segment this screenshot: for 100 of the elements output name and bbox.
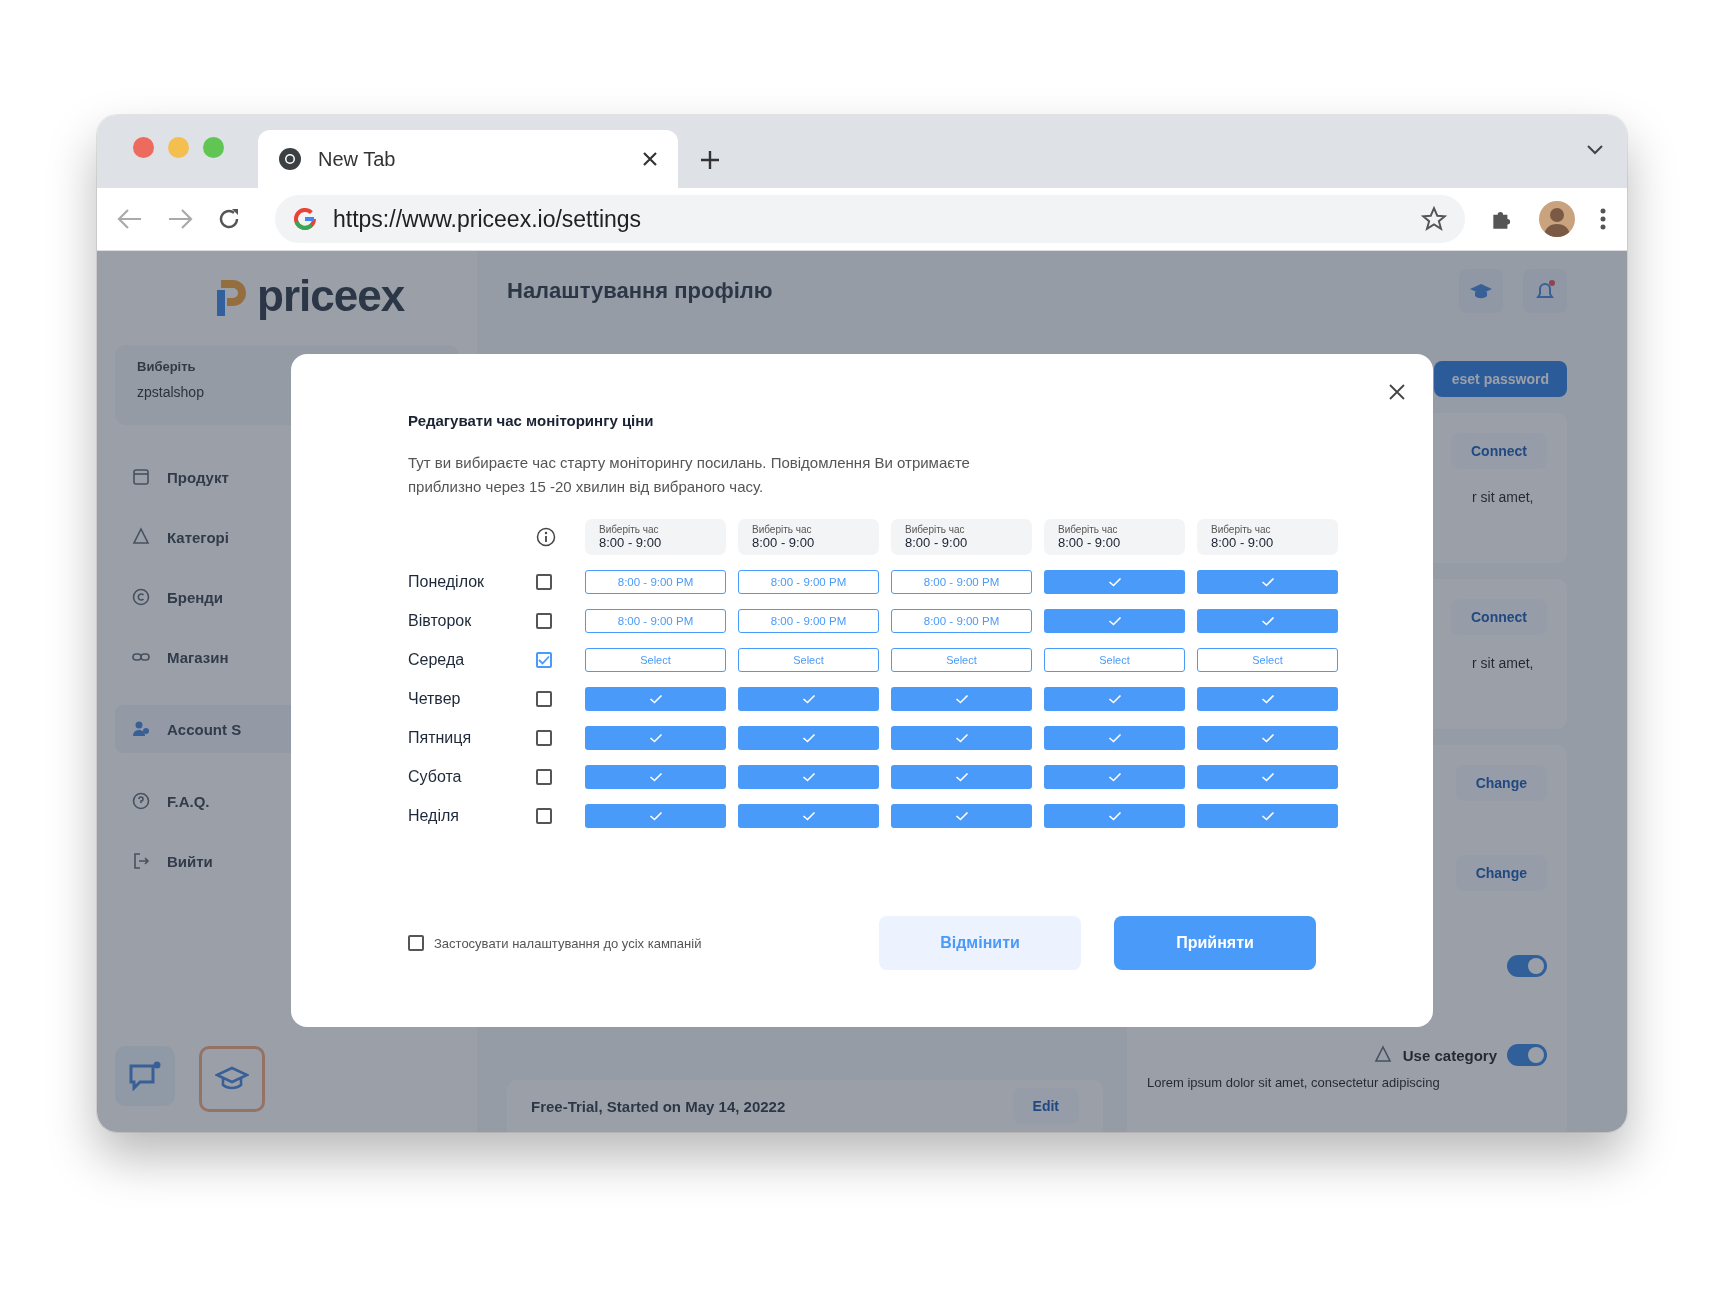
checkbox-label: Застосувати налаштування до усіх кампаній: [434, 935, 702, 951]
accept-button[interactable]: Прийняти: [1114, 916, 1316, 970]
profile-avatar[interactable]: [1539, 201, 1575, 237]
card-text: r sit amet,: [1472, 489, 1534, 505]
plus-icon[interactable]: [700, 150, 720, 170]
toggle-switch[interactable]: [1507, 955, 1547, 977]
time-slot[interactable]: 8:00 - 9:00 PM: [738, 609, 879, 633]
sidebar-label: Вийти: [167, 852, 213, 870]
more-icon[interactable]: [1599, 207, 1607, 231]
day-label: Вівторок: [408, 612, 473, 630]
select-slot[interactable]: Select: [1197, 648, 1338, 672]
browser-logo-icon: [278, 147, 302, 171]
change-button[interactable]: Change: [1455, 855, 1547, 891]
checkmark-icon: [648, 694, 663, 704]
checkbox[interactable]: [536, 652, 552, 668]
select-slot[interactable]: Select: [738, 648, 879, 672]
checkmark-icon: [1107, 811, 1122, 821]
sidebar-item[interactable]: Категорі: [115, 513, 459, 561]
checkbox[interactable]: [536, 574, 552, 590]
education-button[interactable]: [199, 1046, 265, 1112]
edit-button[interactable]: Edit: [1012, 1088, 1079, 1124]
select-slot[interactable]: Select: [585, 648, 726, 672]
browser-tab[interactable]: New Tab: [258, 130, 678, 188]
connect-button[interactable]: Connect: [1451, 433, 1547, 469]
checkmark-icon: [954, 811, 969, 821]
day-label: Неділя: [408, 807, 460, 825]
reload-icon[interactable]: [217, 207, 241, 231]
search-engine-icon: [293, 207, 317, 231]
address-bar[interactable]: https://www.priceex.io/settings: [275, 195, 1465, 243]
day-label: Субота: [408, 768, 463, 786]
cancel-button[interactable]: Відмінити: [879, 916, 1081, 970]
question-icon: [131, 791, 151, 811]
select-slot[interactable]: Select: [891, 648, 1032, 672]
time-slot[interactable]: 8:00 - 9:00 PM: [891, 570, 1032, 594]
checkmark-icon: [1260, 694, 1275, 704]
graduation-cap-icon: [1469, 282, 1493, 300]
select-slot[interactable]: Select: [1044, 648, 1185, 672]
checkbox[interactable]: [536, 613, 552, 629]
time-picker[interactable]: Виберіть час 8:00 - 9:00: [1197, 519, 1338, 555]
sidebar-label: Бренди: [167, 588, 224, 606]
star-icon[interactable]: [1421, 206, 1447, 232]
checkmark-icon: [1107, 694, 1122, 704]
time-slot[interactable]: 8:00 - 9:00 PM: [585, 570, 726, 594]
sidebar-item[interactable]: Вийти: [115, 837, 459, 885]
checkbox[interactable]: [408, 935, 424, 951]
url-text: https://www.priceex.io/settings: [333, 205, 643, 233]
checkmark-icon: [954, 733, 969, 743]
box-icon: [131, 467, 151, 487]
time-slot[interactable]: 8:00 - 9:00 PM: [891, 609, 1032, 633]
checkmark-icon: [648, 811, 663, 821]
trial-text: Free-Trial, Started on May 14, 20222: [531, 1097, 786, 1115]
sidebar-label: Account S: [167, 720, 242, 738]
minimize-window-button[interactable]: [168, 137, 189, 158]
forward-arrow-icon[interactable]: [167, 208, 193, 230]
chat-button[interactable]: [115, 1046, 175, 1106]
day-label: Понеділок: [408, 573, 486, 591]
dialog-description: Тут ви вибираєте час старту моніторингу посилань. Повідомлення Ви отримаєте приблизно через 15 -20 хвилин від вибраного часу.: [408, 453, 971, 497]
change-button[interactable]: Change: [1455, 765, 1547, 801]
checkmark-icon: [648, 733, 663, 743]
checkmark-icon: [1260, 811, 1275, 821]
copyright-icon: [131, 587, 151, 607]
checkmark-icon: [801, 694, 816, 704]
time-picker[interactable]: Виберіть час 8:00 - 9:00: [891, 519, 1032, 555]
connect-button[interactable]: Connect: [1451, 599, 1547, 635]
time-picker[interactable]: Виберіть час 8:00 - 9:00: [585, 519, 726, 555]
tab-title: New Tab: [318, 147, 397, 171]
chevron-down-icon[interactable]: [1587, 145, 1603, 155]
time-slot[interactable]: 8:00 - 9:00 PM: [585, 609, 726, 633]
toggle-switch[interactable]: [1507, 1044, 1547, 1066]
checkmark-icon: [648, 772, 663, 782]
education-button[interactable]: [1459, 269, 1503, 313]
checkmark-icon: [1107, 733, 1122, 743]
notification-button[interactable]: [1523, 269, 1567, 313]
checkbox[interactable]: [536, 691, 552, 707]
card-text: r sit amet,: [1472, 655, 1534, 671]
checkmark-icon: [1260, 772, 1275, 782]
checkmark-icon: [801, 811, 816, 821]
logo-text: priceex: [257, 271, 405, 321]
time-picker[interactable]: Виберіть час 8:00 - 9:00: [1044, 519, 1185, 555]
zoom-window-button[interactable]: [203, 137, 224, 158]
day-label: Середа: [408, 651, 466, 669]
time-picker[interactable]: Виберіть час 8:00 - 9:00: [738, 519, 879, 555]
checkbox[interactable]: [536, 769, 552, 785]
checkmark-icon: [954, 694, 969, 704]
sidebar-label: Магазин: [167, 648, 229, 666]
close-window-button[interactable]: [133, 137, 154, 158]
setting-description: Lorem ipsum dolor sit amet, consectetur adipiscing: [1147, 1075, 1440, 1090]
checkmark-icon: [1260, 616, 1275, 626]
back-arrow-icon[interactable]: [117, 208, 143, 230]
logout-icon: [131, 851, 151, 871]
info-icon[interactable]: [536, 527, 556, 547]
reset-password-button[interactable]: eset password: [1433, 361, 1567, 397]
setting-title: Use category: [1402, 1046, 1497, 1064]
checkbox[interactable]: [536, 730, 552, 746]
close-icon[interactable]: [642, 151, 658, 167]
time-slot[interactable]: 8:00 - 9:00 PM: [738, 570, 879, 594]
checkmark-icon: [1260, 733, 1275, 743]
sidebar-label: Категорі: [167, 528, 229, 546]
checkbox[interactable]: [536, 808, 552, 824]
checkmark-icon: [1107, 772, 1122, 782]
